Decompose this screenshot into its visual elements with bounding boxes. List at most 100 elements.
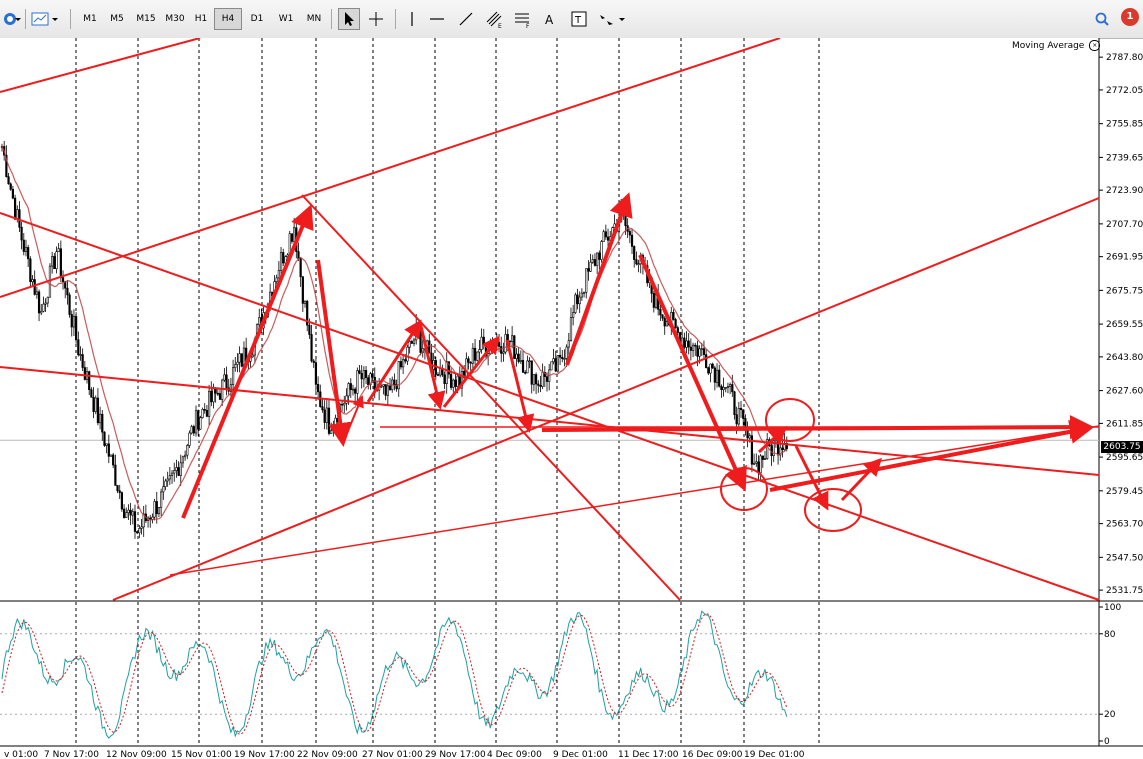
candle	[587, 268, 590, 272]
indicator-settings-icon[interactable]: ×	[1089, 40, 1101, 51]
candle	[552, 358, 555, 363]
candle	[659, 309, 662, 316]
chevron-down-icon[interactable]	[14, 9, 22, 29]
fibonacci-icon[interactable]: F	[512, 9, 532, 30]
candle	[35, 291, 38, 295]
candle	[42, 303, 45, 312]
candle	[585, 268, 588, 293]
chart-area[interactable]: v 01:00 7 Nov 17:00 12 Nov 09:00 15 Nov 01:…	[0, 38, 1143, 759]
time-label: 15 Nov 01:00	[171, 750, 232, 759]
candle	[759, 455, 762, 474]
candle	[210, 390, 213, 403]
candle	[105, 443, 108, 446]
candle	[11, 188, 15, 199]
candle	[591, 259, 594, 263]
candle	[68, 294, 71, 315]
candle	[602, 231, 605, 242]
candle	[598, 252, 601, 260]
candle	[297, 251, 300, 260]
candle	[53, 256, 56, 270]
chevron-down-icon[interactable]	[618, 9, 626, 29]
price-label: 2755.85	[1106, 120, 1143, 130]
trendline-icon[interactable]	[456, 9, 476, 29]
time-label: 4 Dec 09:00	[487, 750, 542, 759]
candle	[513, 335, 516, 359]
candle	[66, 287, 69, 296]
candle	[776, 438, 780, 456]
candle	[652, 293, 655, 308]
candle	[31, 279, 34, 283]
candle	[465, 358, 468, 379]
candle	[545, 376, 549, 382]
candle	[157, 507, 161, 515]
candle	[367, 377, 370, 386]
arrow-shapes-icon[interactable]	[597, 9, 617, 29]
candle	[665, 321, 668, 327]
timeframe-h4-button[interactable]: H4	[214, 8, 242, 30]
oscillator-label: 0	[1104, 737, 1110, 747]
candle	[521, 360, 525, 373]
candle	[107, 443, 110, 457]
candle	[299, 258, 302, 278]
candle	[382, 384, 385, 387]
notification-badge[interactable]: 1	[1121, 8, 1139, 26]
candle	[404, 359, 407, 362]
candle	[604, 231, 607, 238]
candle	[112, 454, 115, 466]
candle	[57, 248, 60, 253]
candle	[504, 334, 507, 353]
candle	[672, 311, 675, 320]
candle	[22, 239, 25, 252]
candle	[781, 447, 784, 450]
timeframe-w1-button[interactable]: W1	[273, 9, 299, 29]
timeframe-m30-button[interactable]: M30	[160, 9, 190, 29]
vertical-line-icon[interactable]	[402, 9, 422, 29]
candle	[40, 310, 43, 314]
candle	[685, 340, 688, 348]
channel-icon[interactable]: E	[484, 9, 504, 30]
candle	[129, 509, 132, 516]
price-label: 2611.85	[1106, 419, 1143, 429]
timeframe-d1-button[interactable]: D1	[245, 9, 269, 29]
chevron-down-icon[interactable]	[51, 9, 59, 29]
horizontal-line-icon[interactable]	[427, 9, 447, 29]
text-label-icon[interactable]: T	[569, 9, 589, 29]
candle	[186, 445, 189, 456]
candle	[33, 279, 36, 295]
candle	[345, 395, 348, 404]
candle	[493, 345, 496, 351]
chart-template-icon[interactable]	[30, 9, 50, 29]
candle	[707, 367, 710, 374]
timeframe-mn-button[interactable]: MN	[300, 9, 328, 29]
time-label: 29 Nov 17:00	[425, 750, 486, 759]
crosshair-icon[interactable]	[366, 9, 386, 29]
candle	[713, 367, 716, 383]
oscillator-label: 100	[1104, 603, 1121, 613]
candle	[316, 384, 320, 393]
candle	[282, 252, 285, 264]
candle	[633, 246, 636, 260]
candle	[589, 261, 592, 272]
candle	[153, 501, 156, 518]
candle	[251, 354, 254, 358]
timeframe-m5-button[interactable]: M5	[104, 9, 130, 29]
price-label: 2675.75	[1106, 286, 1143, 296]
timeframe-m1-button[interactable]: M1	[78, 9, 102, 29]
cursor-icon[interactable]	[338, 8, 360, 30]
candle	[136, 531, 139, 534]
price-label: 2659.55	[1106, 320, 1143, 330]
price-label: 2547.50	[1106, 553, 1143, 563]
timeframe-h1-button[interactable]: H1	[189, 9, 213, 29]
candle	[277, 270, 280, 279]
price-label: 2723.90	[1106, 186, 1143, 196]
timeframe-m15-button[interactable]: M15	[131, 9, 161, 29]
candle	[279, 252, 283, 271]
text-icon[interactable]: A	[540, 9, 560, 29]
candle	[72, 316, 76, 328]
price-label: 2579.45	[1106, 487, 1143, 497]
search-icon[interactable]	[1092, 9, 1112, 29]
candle	[443, 374, 446, 384]
candle	[168, 475, 171, 480]
candle	[94, 397, 97, 412]
candle	[515, 353, 518, 359]
